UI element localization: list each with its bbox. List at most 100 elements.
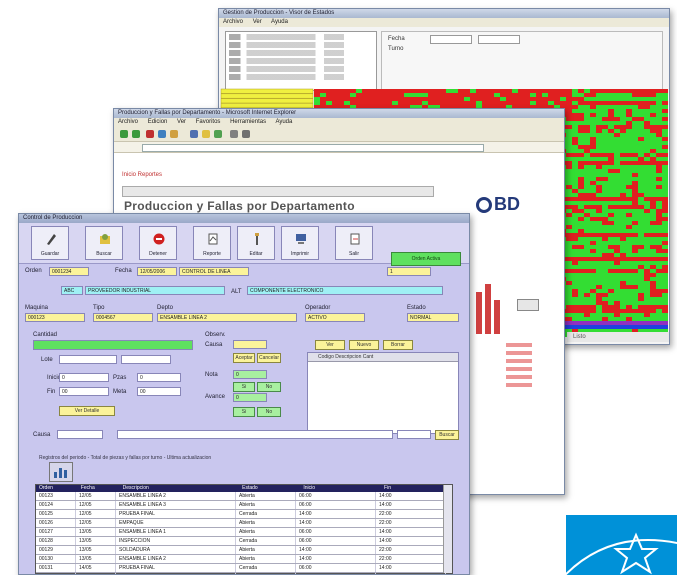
- table-row[interactable]: 00124 12/05 ENSAMBLE LINEA 3 Abierta 06:00 14…: [36, 501, 452, 510]
- column-header[interactable]: Orden: [36, 485, 78, 492]
- column-header[interactable]: Estado: [239, 485, 300, 492]
- progress-field[interactable]: 0: [233, 393, 267, 402]
- dept-field[interactable]: ENSAMBLE LINEA 2: [157, 313, 297, 322]
- state-field[interactable]: NORMAL: [407, 313, 459, 322]
- table-row[interactable]: 00123 12/05 ENSAMBLE LINEA 2 Abierta 06:00 14…: [36, 492, 452, 501]
- edit-button[interactable]: Editar: [237, 226, 275, 260]
- heatmap-cell: [578, 129, 584, 133]
- lot-field-2[interactable]: [121, 355, 171, 364]
- back-icon[interactable]: [120, 130, 128, 138]
- cancel-button[interactable]: Cancelar: [257, 353, 281, 363]
- heatmap-cell: [662, 89, 668, 93]
- items-grid[interactable]: Codigo Descripcion Cant: [307, 352, 459, 434]
- list-item[interactable]: [506, 383, 532, 387]
- menu-item[interactable]: Edicion: [148, 119, 168, 125]
- shift-field[interactable]: 1: [387, 267, 431, 276]
- report-button-label: Reporte: [203, 251, 221, 257]
- heatmap-cell: [590, 241, 596, 245]
- heatmap-cell: [662, 205, 668, 209]
- heatmap-cell: [638, 293, 644, 297]
- search-extra-field[interactable]: [397, 430, 431, 439]
- component-field[interactable]: COMPONENTE ELECTRONICO: [247, 286, 443, 295]
- code-field[interactable]: ABC: [61, 286, 83, 295]
- view-button[interactable]: Ver: [315, 340, 345, 350]
- no-button[interactable]: No: [257, 382, 281, 392]
- report-button[interactable]: [517, 299, 539, 311]
- delete-button[interactable]: Borrar: [383, 340, 413, 350]
- heatmap-cell: [488, 93, 494, 97]
- detail-button[interactable]: Ver Detalle: [59, 406, 115, 416]
- table-row[interactable]: 00127 13/05 ENSAMBLE LINEA 1 Abierta 06:00 14…: [36, 528, 452, 537]
- menu-item[interactable]: Ver: [177, 119, 186, 125]
- refresh-icon[interactable]: [158, 130, 166, 138]
- type-field[interactable]: 0004567: [93, 313, 153, 322]
- menu-item[interactable]: Favoritos: [196, 119, 221, 125]
- yes-button[interactable]: Si: [233, 382, 255, 392]
- table-row[interactable]: 00130 13/05 ENSAMBLE LINEA 2 Abierta 14:00 22…: [36, 555, 452, 564]
- table-row[interactable]: 00128 13/05 INSPECCION Cerrada 06:00 14:00: [36, 537, 452, 546]
- table-row[interactable]: 00126 12/05 EMPAQUE Abierta 14:00 22:00: [36, 519, 452, 528]
- note-field[interactable]: 0: [233, 370, 267, 379]
- accept-button[interactable]: Aceptar: [233, 353, 255, 363]
- stop-icon[interactable]: [146, 130, 154, 138]
- end-field[interactable]: 00: [59, 387, 109, 396]
- chart-button[interactable]: [49, 462, 73, 482]
- search-button[interactable]: Buscar: [85, 226, 123, 260]
- operator-field[interactable]: ACTIVO: [305, 313, 365, 322]
- table-row[interactable]: 00129 13/05 SOLDADURA Abierta 14:00 22:00: [36, 546, 452, 555]
- heatmap-cell: [368, 97, 374, 101]
- no-button-2[interactable]: No: [257, 407, 281, 417]
- list-item[interactable]: [506, 351, 532, 355]
- address-input[interactable]: [142, 144, 484, 152]
- new-button[interactable]: Nuevo: [349, 340, 379, 350]
- report-button[interactable]: Reporte: [193, 226, 231, 260]
- date-field[interactable]: 12/05/2006: [137, 267, 177, 276]
- orders-table[interactable]: Orden Fecha Descripcion Estado Inicio Fi…: [35, 484, 453, 574]
- cause-select[interactable]: [233, 340, 267, 349]
- column-header[interactable]: Fecha: [78, 485, 120, 492]
- search-input[interactable]: [117, 430, 393, 439]
- pieces-field[interactable]: 0: [137, 373, 181, 382]
- heatmap-cell: [584, 145, 590, 149]
- yes-button-2[interactable]: Si: [233, 407, 255, 417]
- home-icon[interactable]: [170, 130, 178, 138]
- menu-item[interactable]: Herramientas: [230, 119, 266, 125]
- machine-field[interactable]: 000123: [25, 313, 85, 322]
- forward-icon[interactable]: [132, 130, 140, 138]
- favorites-icon[interactable]: [202, 130, 210, 138]
- mail-icon[interactable]: [230, 130, 238, 138]
- list-item[interactable]: [506, 367, 532, 371]
- list-item[interactable]: [506, 375, 532, 379]
- menu-item[interactable]: Ayuda: [275, 119, 292, 125]
- column-header[interactable]: Descripcion: [120, 485, 239, 492]
- search-button[interactable]: Buscar: [435, 430, 459, 440]
- cause-search-field[interactable]: [57, 430, 103, 439]
- goal-field[interactable]: 00: [137, 387, 181, 396]
- heatmap-cell: [584, 197, 590, 201]
- stop-button[interactable]: Detener: [139, 226, 177, 260]
- active-order-button[interactable]: Orden Activa: [391, 252, 461, 266]
- save-button[interactable]: Guardar: [31, 226, 69, 260]
- print-icon[interactable]: [242, 130, 250, 138]
- column-header[interactable]: Inicio: [300, 485, 381, 492]
- description-field[interactable]: CONTROL DE LINEA: [179, 267, 249, 276]
- exit-button[interactable]: Salir: [335, 226, 373, 260]
- report-controls[interactable]: [122, 186, 434, 197]
- page-links[interactable]: Inicio Reportes: [122, 172, 162, 178]
- list-item[interactable]: [506, 359, 532, 363]
- print-button[interactable]: Imprimir: [281, 226, 319, 260]
- heatmap-cell: [584, 149, 590, 153]
- start-field[interactable]: 0: [59, 373, 109, 382]
- history-icon[interactable]: [214, 130, 222, 138]
- menu-item[interactable]: Archivo: [118, 119, 138, 125]
- table-scrollbar[interactable]: [443, 485, 452, 573]
- order-field[interactable]: 0001234: [49, 267, 89, 276]
- lot-field[interactable]: [59, 355, 117, 364]
- client-field[interactable]: PROVEEDOR INDUSTRIAL: [85, 286, 225, 295]
- table-row[interactable]: 00125 12/05 PRUEBA FINAL Cerrada 14:00 22:00: [36, 510, 452, 519]
- column-header[interactable]: Fin: [381, 485, 452, 492]
- table-row[interactable]: 00131 14/05 PRUEBA FINAL Cerrada 06:00 14:00: [36, 564, 452, 573]
- search-icon[interactable]: [190, 130, 198, 138]
- list-item[interactable]: [506, 343, 532, 347]
- table-cell: 14:00: [376, 537, 446, 545]
